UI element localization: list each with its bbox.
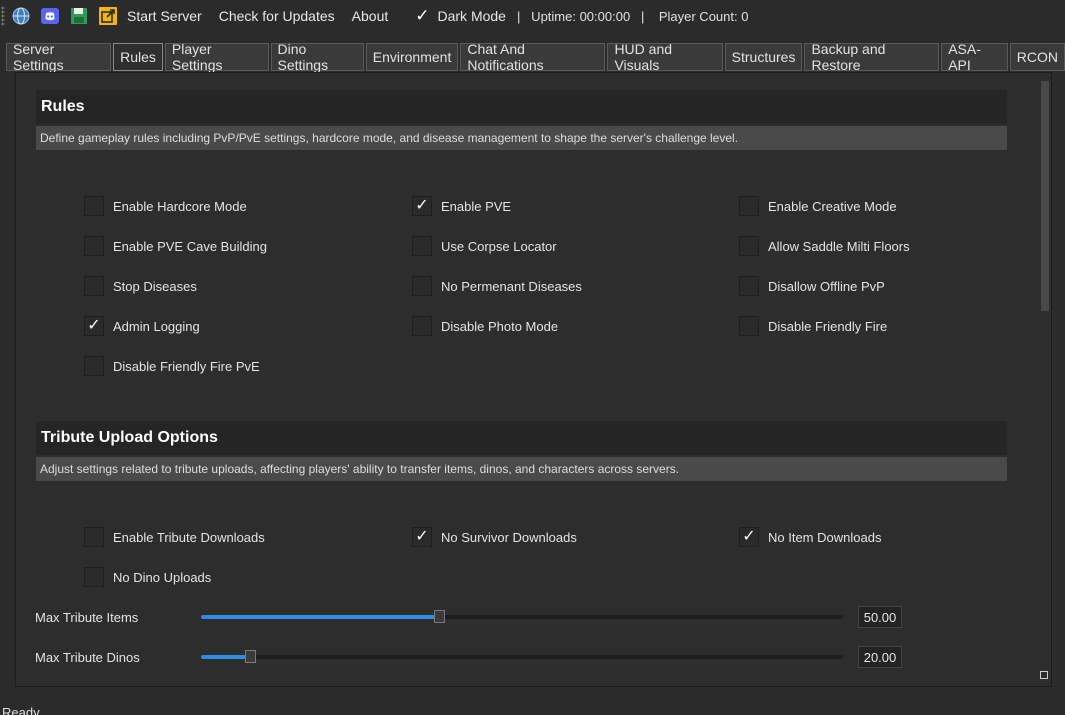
vertical-scrollbar[interactable] (1041, 81, 1049, 311)
dark-mode-check-icon: ✓ (415, 6, 430, 25)
export-icon[interactable] (98, 6, 118, 26)
checkbox-use-corpse-locator[interactable]: Use Corpse Locator (412, 236, 557, 256)
check-icon: ✓ (412, 196, 432, 216)
checkbox-enable-creative-mode[interactable]: Enable Creative Mode (739, 196, 897, 216)
slider-handle[interactable] (245, 650, 256, 663)
checkbox-label: No Dino Uploads (113, 569, 212, 585)
status-bar: Ready (2, 705, 40, 715)
checkbox-no-dino-uploads[interactable]: No Dino Uploads (84, 567, 211, 587)
max-tribute-dinos-slider[interactable] (201, 650, 843, 663)
checkbox-disable-friendly-fire[interactable]: Disable Friendly Fire (739, 316, 887, 336)
checkbox-box (739, 276, 759, 296)
checkbox-box (84, 356, 104, 376)
checkbox-box (84, 276, 104, 296)
checkbox-label: Enable Tribute Downloads (113, 529, 265, 545)
checkbox-enable-pve[interactable]: ✓ Enable PVE (412, 196, 511, 216)
about-button[interactable]: About (352, 8, 389, 24)
checkbox-label: Disable Friendly Fire (768, 318, 888, 334)
tab-asa-api[interactable]: ASA-API (941, 41, 1008, 73)
checkbox-label: Enable Creative Mode (768, 198, 897, 214)
checkbox-label: Disable Friendly Fire PvE (113, 358, 260, 374)
max-tribute-items-row: Max Tribute Items 50.00 (35, 605, 905, 629)
start-server-button[interactable]: Start Server (127, 8, 202, 24)
checkbox-no-survivor-downloads[interactable]: ✓ No Survivor Downloads (412, 527, 577, 547)
tab-structures[interactable]: Structures (724, 43, 803, 71)
checkbox-label: No Permenant Diseases (441, 278, 582, 294)
checkbox-label: No Item Downloads (768, 529, 882, 545)
tab-environment[interactable]: Environment (365, 43, 459, 71)
tribute-section-description: Adjust settings related to tribute uploa… (36, 457, 1007, 481)
tab-server-settings[interactable]: Server Settings (6, 41, 112, 73)
rules-section-description: Define gameplay rules including PvP/PvE … (36, 126, 1007, 150)
checkbox-label: Disable Photo Mode (441, 318, 559, 334)
checkbox-allow-saddle-multi-floors[interactable]: Allow Saddle Milti Floors (739, 236, 910, 256)
checkbox-label: Enable PVE Cave Building (113, 238, 267, 254)
checkbox-label: Admin Logging (113, 318, 200, 334)
checkbox-box (84, 527, 104, 547)
slider-fill (201, 615, 439, 619)
size-grip[interactable] (1040, 671, 1048, 679)
checkbox-box (739, 316, 759, 336)
tab-hud-visuals[interactable]: HUD and Visuals (607, 41, 723, 73)
checkbox-label: Use Corpse Locator (441, 238, 557, 254)
checkbox-enable-tribute-downloads[interactable]: Enable Tribute Downloads (84, 527, 265, 547)
check-icon: ✓ (84, 316, 104, 336)
server-status-text: | Uptime: 00:00:00 | Player Count: 0 (516, 8, 749, 24)
checkbox-box (412, 236, 432, 256)
max-tribute-items-value[interactable]: 50.00 (858, 606, 902, 628)
rules-panel: Rules Define gameplay rules including Pv… (15, 72, 1052, 687)
tab-player-settings[interactable]: Player Settings (164, 41, 269, 73)
check-updates-button[interactable]: Check for Updates (219, 8, 335, 24)
checkbox-label: Enable PVE (441, 198, 512, 214)
dark-mode-toggle[interactable]: ✓ Dark Mode (415, 6, 506, 26)
checkbox-enable-pve-cave-building[interactable]: Enable PVE Cave Building (84, 236, 267, 256)
checkbox-disable-friendly-fire-pve[interactable]: Disable Friendly Fire PvE (84, 356, 260, 376)
slider-label: Max Tribute Items (35, 609, 139, 625)
discord-icon[interactable] (40, 6, 60, 26)
tab-chat-notifications[interactable]: Chat And Notifications (460, 41, 606, 73)
checkbox-label: Enable Hardcore Mode (113, 198, 247, 214)
checkbox-box (739, 196, 759, 216)
slider-handle[interactable] (434, 610, 445, 623)
tribute-section-title: Tribute Upload Options (36, 421, 1007, 455)
toolbar: Start Server Check for Updates About ✓ D… (0, 0, 1065, 32)
checkbox-disable-photo-mode[interactable]: Disable Photo Mode (412, 316, 558, 336)
dark-mode-label: Dark Mode (437, 8, 506, 24)
tab-rcon[interactable]: RCON (1009, 43, 1065, 71)
toolbar-grip[interactable] (1, 6, 5, 26)
tab-rules[interactable]: Rules (113, 43, 163, 71)
checkbox-label: Disallow Offline PvP (768, 278, 885, 294)
checkbox-label: Stop Diseases (113, 278, 197, 294)
max-tribute-items-slider[interactable] (201, 610, 843, 623)
check-icon: ✓ (739, 527, 759, 547)
slider-label: Max Tribute Dinos (35, 649, 140, 665)
max-tribute-dinos-value[interactable]: 20.00 (858, 646, 902, 668)
checkbox-stop-diseases[interactable]: Stop Diseases (84, 276, 197, 296)
checkbox-no-permanent-diseases[interactable]: No Permenant Diseases (412, 276, 582, 296)
tab-backup-restore[interactable]: Backup and Restore (804, 41, 940, 73)
max-tribute-dinos-row: Max Tribute Dinos 20.00 (35, 645, 905, 669)
checkbox-label: Allow Saddle Milti Floors (768, 238, 910, 254)
checkbox-admin-logging[interactable]: ✓ Admin Logging (84, 316, 200, 336)
checkbox-box (412, 276, 432, 296)
checkbox-disallow-offline-pvp[interactable]: Disallow Offline PvP (739, 276, 885, 296)
checkbox-enable-hardcore-mode[interactable]: Enable Hardcore Mode (84, 196, 247, 216)
checkbox-box (84, 567, 104, 587)
settings-tab-bar: Server Settings Rules Player Settings Di… (6, 41, 1065, 73)
checkbox-box (84, 236, 104, 256)
checkbox-box (84, 196, 104, 216)
slider-fill (201, 655, 250, 659)
checkbox-box (412, 316, 432, 336)
rules-section-title: Rules (36, 90, 1007, 124)
globe-icon[interactable] (11, 6, 31, 26)
check-icon: ✓ (412, 527, 432, 547)
checkbox-label: No Survivor Downloads (441, 529, 577, 545)
save-icon[interactable] (69, 6, 89, 26)
tab-dino-settings[interactable]: Dino Settings (270, 41, 364, 73)
checkbox-box (739, 236, 759, 256)
checkbox-no-item-downloads[interactable]: ✓ No Item Downloads (739, 527, 881, 547)
